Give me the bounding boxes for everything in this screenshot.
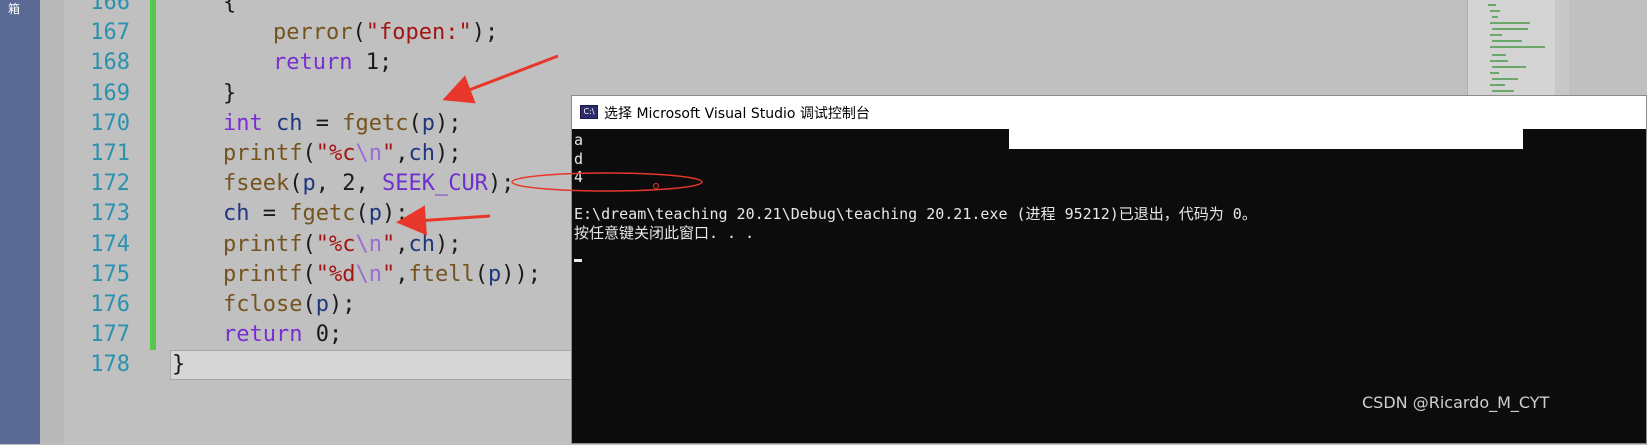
annotation-ellipse <box>511 172 703 192</box>
red-annotations <box>396 54 703 236</box>
annotation-dot <box>653 183 659 189</box>
annotation-arrow-upper <box>442 54 559 104</box>
annotation-arrow-lower <box>396 205 491 236</box>
